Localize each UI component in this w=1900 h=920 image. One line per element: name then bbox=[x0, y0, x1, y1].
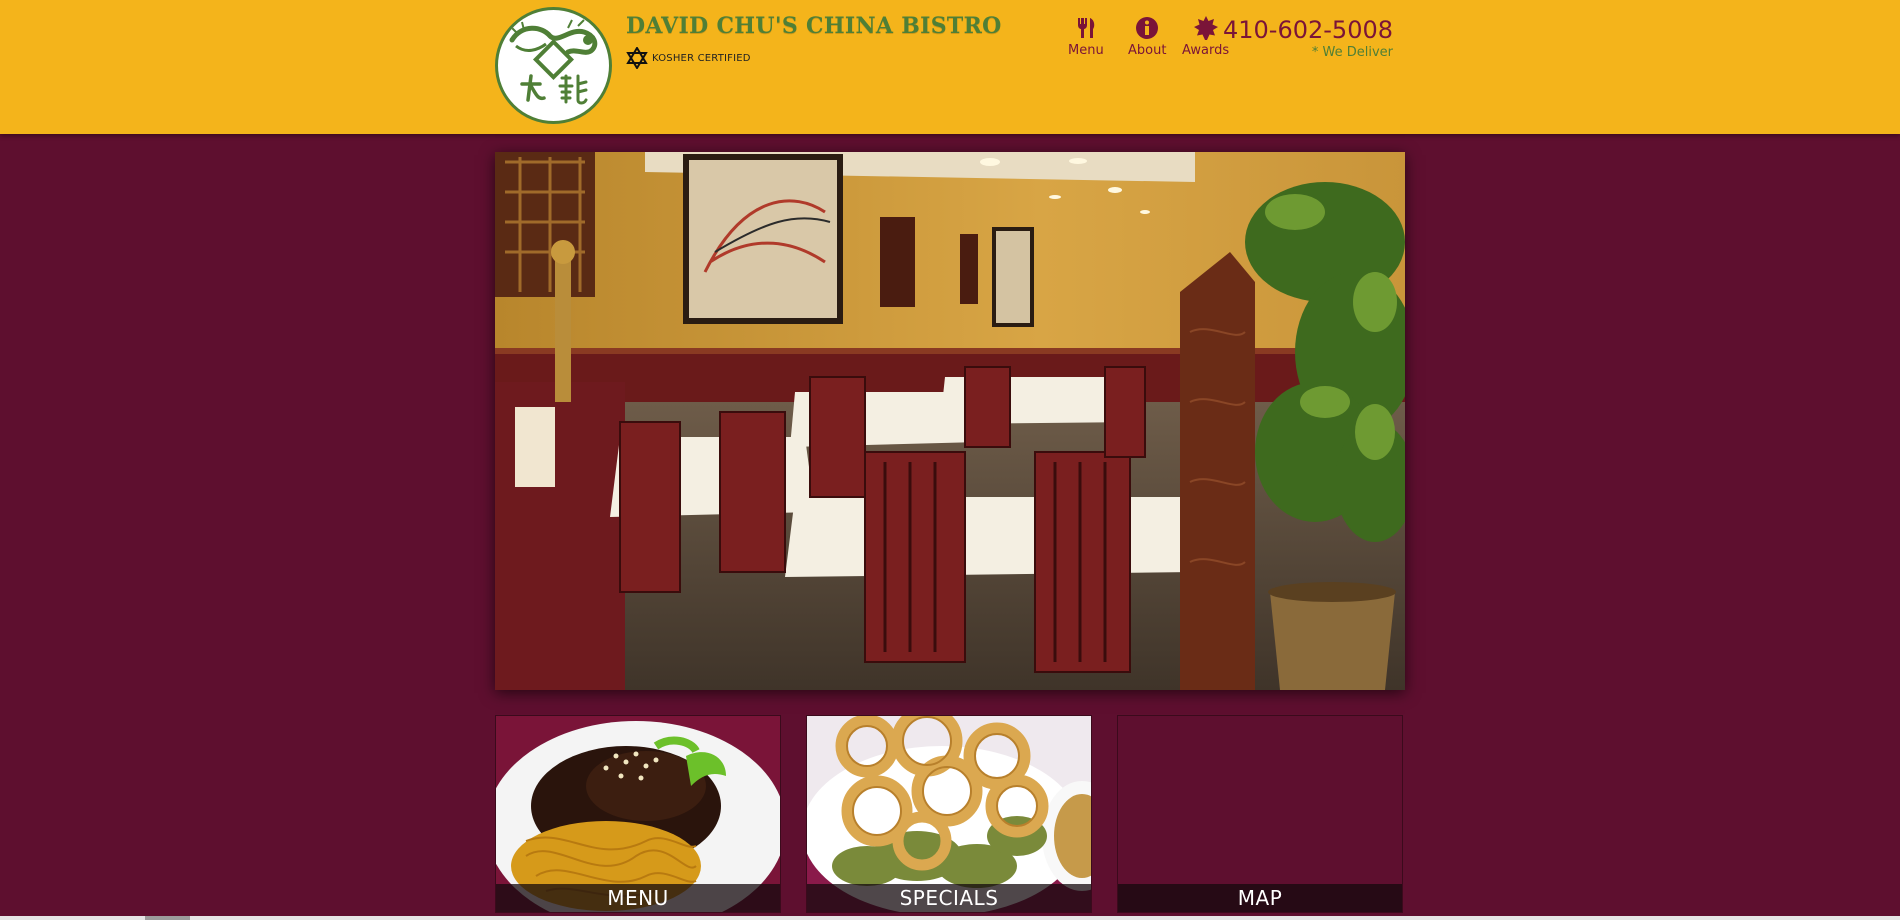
nav-menu-label: Menu bbox=[1068, 43, 1104, 58]
scrollbar-thumb[interactable] bbox=[145, 916, 190, 920]
specials-tile[interactable]: SPECIALS bbox=[806, 715, 1092, 913]
site-header: DAVID CHU'S CHINA BISTRO KOSHER CERTIFIE… bbox=[0, 0, 1900, 134]
nav-menu[interactable]: Menu bbox=[1068, 16, 1104, 58]
kosher-badge: KOSHER CERTIFIED bbox=[626, 47, 751, 69]
phone-number[interactable]: 410-602-5008 bbox=[1223, 16, 1393, 44]
kosher-label: KOSHER CERTIFIED bbox=[652, 52, 751, 64]
menu-tile-label: MENU bbox=[496, 884, 780, 912]
fork-knife-icon bbox=[1077, 18, 1095, 38]
dragon-logo[interactable] bbox=[495, 7, 612, 124]
delivery-note: * We Deliver bbox=[1311, 45, 1393, 60]
horizontal-scrollbar[interactable] bbox=[0, 916, 1900, 920]
map-tile[interactable]: MAP bbox=[1117, 715, 1403, 913]
award-badge-icon bbox=[1193, 16, 1218, 40]
info-icon bbox=[1136, 17, 1159, 39]
brand-title[interactable]: DAVID CHU'S CHINA BISTRO bbox=[626, 13, 1002, 39]
star-of-david-icon bbox=[626, 47, 648, 69]
hero-restaurant-photo bbox=[495, 152, 1405, 690]
specials-tile-label: SPECIALS bbox=[807, 884, 1091, 912]
map-tile-label: MAP bbox=[1118, 884, 1402, 912]
nav-about[interactable]: About bbox=[1128, 16, 1166, 58]
nav-about-label: About bbox=[1128, 43, 1167, 58]
nav-awards-label: Awards bbox=[1182, 43, 1230, 58]
menu-tile[interactable]: MENU bbox=[495, 715, 781, 913]
